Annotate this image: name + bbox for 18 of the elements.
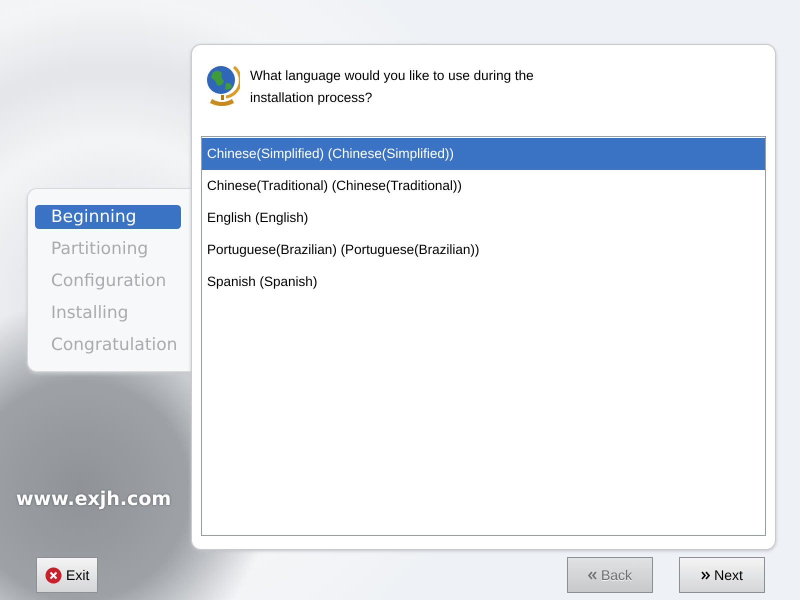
step-item: Configuration (50, 270, 168, 293)
step-item: Congratulation (50, 334, 178, 357)
double-chevron-right-icon (701, 570, 710, 580)
double-chevron-left-icon (588, 570, 597, 580)
language-item[interactable]: Portuguese(Brazilian) (Portuguese(Brazilian)) (202, 234, 765, 266)
language-item[interactable]: Spanish (Spanish) (202, 266, 765, 298)
close-icon (45, 566, 62, 584)
language-item[interactable]: Chinese(Traditional) (Chinese(Traditional)) (202, 170, 765, 202)
language-item[interactable]: English (English) (202, 202, 765, 234)
exit-button[interactable]: Exit (36, 557, 98, 593)
language-item[interactable]: Chinese(Simplified) (Chinese(Simplified)) (202, 138, 765, 170)
step-item: Installing (50, 302, 130, 325)
question-text: What language would you like to use during the installation process? (250, 67, 535, 107)
step-item: Partitioning (50, 238, 150, 261)
globe-icon (204, 63, 240, 107)
next-button[interactable]: Next (679, 557, 765, 593)
step-item: Beginning (35, 205, 181, 229)
brand-text: www.exjh.com (16, 488, 172, 510)
